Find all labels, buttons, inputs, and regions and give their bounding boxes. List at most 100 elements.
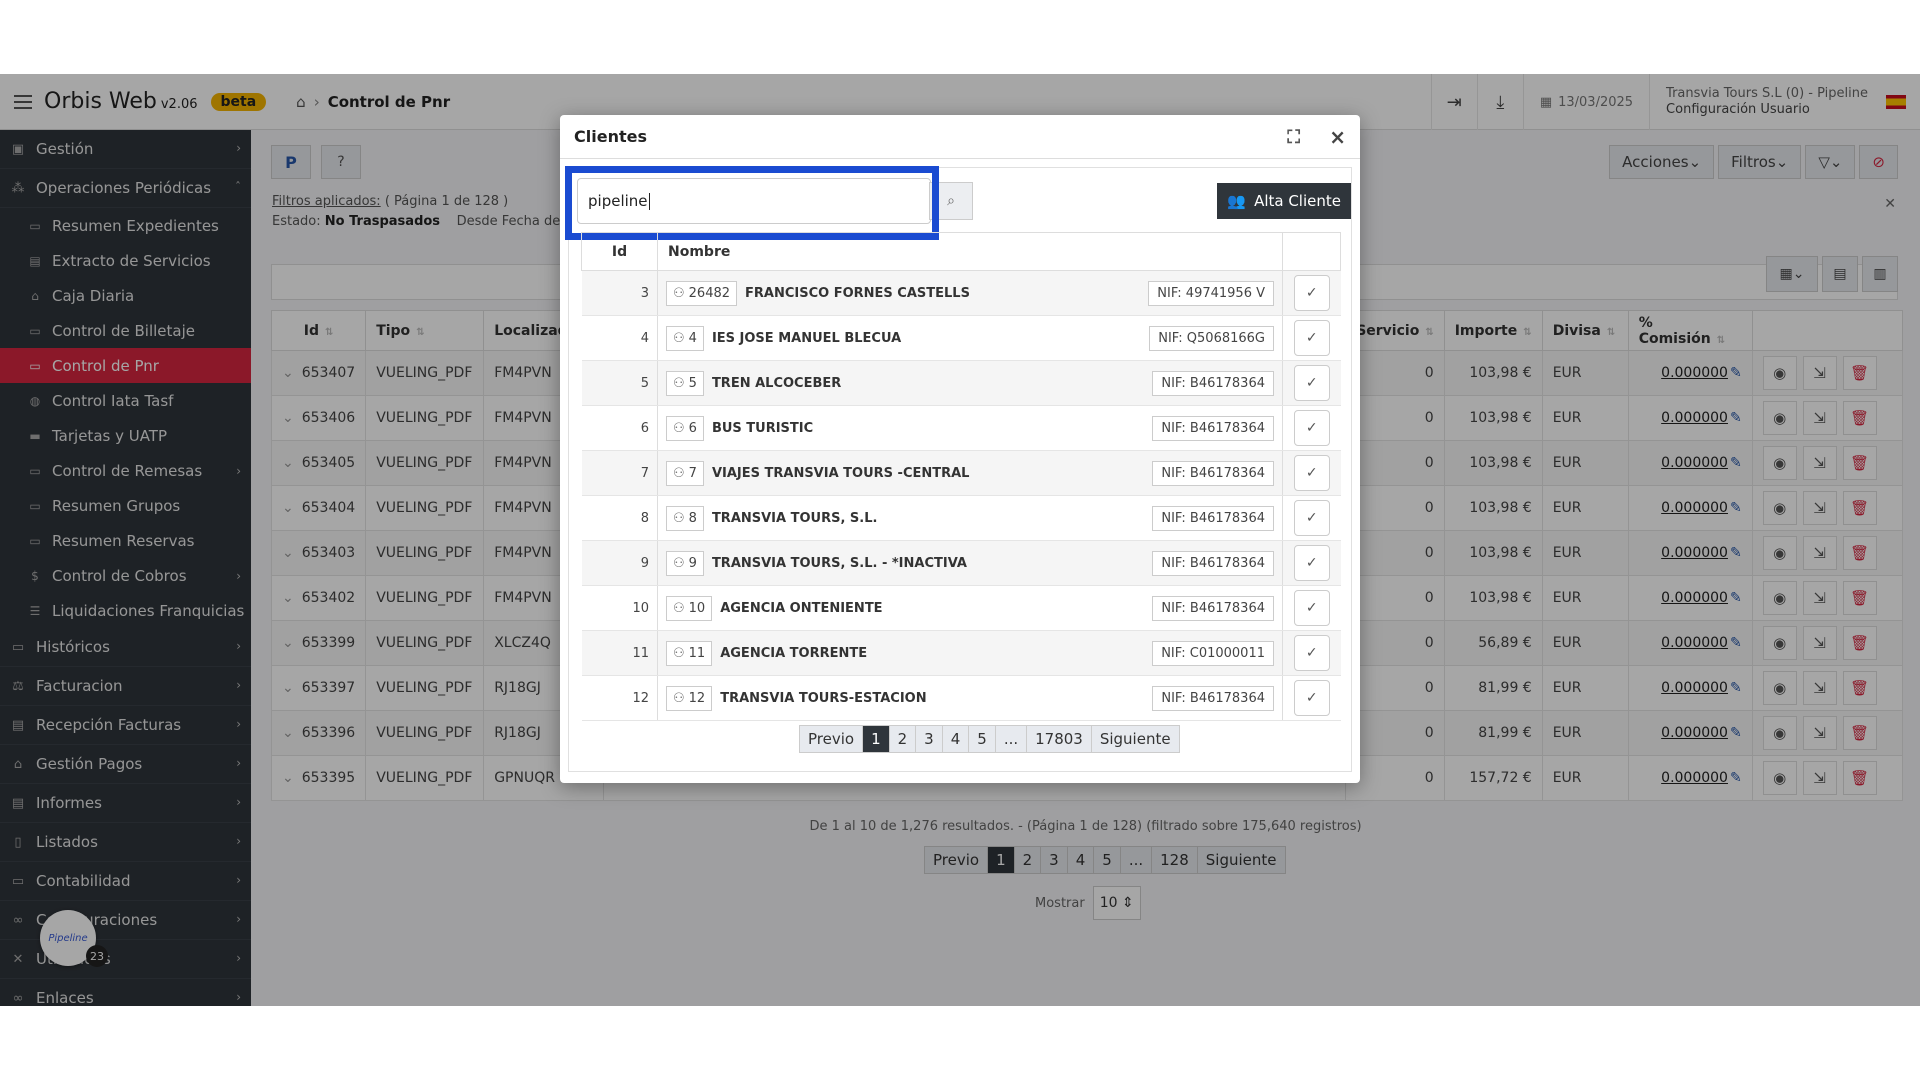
client-name: TREN ALCOCEBER	[711, 375, 842, 391]
client-row[interactable]: 4 ⚇ 4 IES JOSE MANUEL BLECUA NIF: Q5068166G ✓	[581, 315, 1341, 361]
pager-page-4[interactable]: 4	[941, 726, 969, 752]
client-code: 11	[688, 645, 706, 661]
check-circle-icon[interactable]: ✓	[1293, 500, 1330, 536]
client-nif: NIF: B46178364	[1152, 460, 1274, 486]
app-frame: Orbis Web v2.06 beta ⌂ › Control de Pnr ⇥…	[0, 74, 1920, 1006]
client-row[interactable]: 6 ⚇ 6 BUS TURISTIC NIF: B46178364 ✓	[581, 405, 1341, 451]
check-circle-icon[interactable]: ✓	[1293, 680, 1330, 716]
search-highlight-frame	[565, 166, 939, 240]
check-circle-icon[interactable]: ✓	[1293, 275, 1330, 311]
client-name-cell: ⚇ 4 IES JOSE MANUEL BLECUA NIF: Q5068166G	[657, 315, 1283, 361]
pager-last[interactable]: 17803	[1026, 726, 1091, 752]
client-name-cell: ⚇ 7 VIAJES TRANSVIA TOURS -CENTRAL NIF: B46…	[657, 450, 1283, 496]
client-nif: NIF: C01000011	[1152, 640, 1274, 666]
close-icon[interactable]: ×	[1329, 125, 1346, 149]
client-nif: NIF: B46178364	[1152, 595, 1274, 621]
client-code-chip[interactable]: ⚇ 5	[666, 370, 704, 396]
clients-table: Id Nombre 3 ⚇ 26482 FRANCISCO FORNES CASTEL…	[581, 232, 1341, 721]
client-code: 6	[688, 420, 697, 436]
client-id: 7	[581, 450, 658, 496]
client-name: TRANSVIA TOURS-ESTACION	[720, 690, 927, 706]
pager-prev[interactable]: Previo	[800, 726, 862, 752]
pager-page-2[interactable]: 2	[888, 726, 916, 752]
client-select-cell: ✓	[1282, 675, 1341, 721]
client-code-chip[interactable]: ⚇ 26482	[666, 280, 738, 306]
client-nif: NIF: B46178364	[1152, 685, 1274, 711]
client-code-chip[interactable]: ⚇ 6	[666, 415, 704, 441]
client-name-cell: ⚇ 9 TRANSVIA TOURS, S.L. - *INACTIVA NIF: B…	[657, 540, 1283, 586]
client-select-cell: ✓	[1282, 270, 1341, 316]
client-code: 4	[688, 330, 697, 346]
check-circle-icon[interactable]: ✓	[1293, 320, 1330, 356]
client-nif: NIF: Q5068166G	[1149, 325, 1274, 351]
client-code-chip[interactable]: ⚇ 9	[666, 550, 704, 576]
client-select-cell: ✓	[1282, 630, 1341, 676]
users-icon: ⚇	[673, 600, 685, 616]
client-code-chip[interactable]: ⚇ 8	[666, 505, 704, 531]
client-name-cell: ⚇ 11 AGENCIA TORRENTE NIF: C01000011	[657, 630, 1283, 676]
users-icon: ⚇	[673, 555, 685, 571]
modal-header: Clientes ⛶ ×	[560, 115, 1360, 159]
users-icon: ⚇	[673, 375, 685, 391]
modal-body: pipeline ⌕ 👥 Alta Cliente Id Nombre 3 ⚇ 264…	[565, 166, 1352, 772]
users-icon: ⚇	[673, 690, 685, 706]
client-code-chip[interactable]: ⚇ 10	[666, 595, 713, 621]
check-circle-icon[interactable]: ✓	[1293, 455, 1330, 491]
client-select-cell: ✓	[1282, 540, 1341, 586]
check-circle-icon[interactable]: ✓	[1293, 590, 1330, 626]
check-circle-icon[interactable]: ✓	[1293, 410, 1330, 446]
client-row[interactable]: 10 ⚇ 10 AGENCIA ONTENIENTE NIF: B46178364 ✓	[581, 585, 1341, 631]
client-code-chip[interactable]: ⚇ 7	[666, 460, 704, 486]
clients-col-id: Id	[581, 232, 658, 271]
alta-cliente-button[interactable]: 👥 Alta Cliente	[1217, 183, 1351, 219]
pager-next[interactable]: Siguiente	[1090, 726, 1179, 752]
client-code-chip[interactable]: ⚇ 12	[666, 685, 713, 711]
client-code-chip[interactable]: ⚇ 4	[666, 325, 704, 351]
client-id: 8	[581, 495, 658, 541]
pager-page-1[interactable]: 1	[862, 726, 889, 752]
client-name-cell: ⚇ 8 TRANSVIA TOURS, S.L. NIF: B46178364	[657, 495, 1283, 541]
client-name-cell: ⚇ 5 TREN ALCOCEBER NIF: B46178364	[657, 360, 1283, 406]
check-circle-icon[interactable]: ✓	[1293, 365, 1330, 401]
client-id: 9	[581, 540, 658, 586]
client-select-cell: ✓	[1282, 405, 1341, 451]
client-code: 7	[688, 465, 697, 481]
pager-ellipsis: ...	[994, 726, 1026, 752]
client-nif: NIF: B46178364	[1152, 550, 1274, 576]
check-circle-icon[interactable]: ✓	[1293, 635, 1330, 671]
maximize-icon[interactable]: ⛶	[1287, 127, 1300, 148]
client-row[interactable]: 7 ⚇ 7 VIAJES TRANSVIA TOURS -CENTRAL NIF: B4…	[581, 450, 1341, 496]
client-name: TRANSVIA TOURS, S.L. - *INACTIVA	[711, 555, 967, 571]
client-select-cell: ✓	[1282, 585, 1341, 631]
client-row[interactable]: 5 ⚇ 5 TREN ALCOCEBER NIF: B46178364 ✓	[581, 360, 1341, 406]
clients-pagination: Previo 1 2 3 4 5 ... 17803 Siguiente	[799, 725, 1180, 753]
client-row[interactable]: 11 ⚇ 11 AGENCIA TORRENTE NIF: C01000011 ✓	[581, 630, 1341, 676]
client-row[interactable]: 3 ⚇ 26482 FRANCISCO FORNES CASTELLS NIF: 497…	[581, 270, 1341, 316]
client-nif: NIF: B46178364	[1152, 370, 1274, 396]
client-id: 12	[581, 675, 658, 721]
client-code-chip[interactable]: ⚇ 11	[666, 640, 713, 666]
client-row[interactable]: 12 ⚇ 12 TRANSVIA TOURS-ESTACION NIF: B461783…	[581, 675, 1341, 721]
client-id: 11	[581, 630, 658, 676]
client-code: 10	[688, 600, 706, 616]
users-icon: ⚇	[673, 330, 685, 346]
client-code: 8	[688, 510, 697, 526]
client-id: 10	[581, 585, 658, 631]
check-circle-icon[interactable]: ✓	[1293, 545, 1330, 581]
client-row[interactable]: 8 ⚇ 8 TRANSVIA TOURS, S.L. NIF: B46178364 ✓	[581, 495, 1341, 541]
client-name: VIAJES TRANSVIA TOURS -CENTRAL	[711, 465, 970, 481]
users-icon: ⚇	[673, 510, 685, 526]
client-select-cell: ✓	[1282, 495, 1341, 541]
client-code: 9	[688, 555, 697, 571]
client-code: 26482	[688, 285, 731, 301]
pager-page-5[interactable]: 5	[968, 726, 995, 752]
client-row[interactable]: 9 ⚇ 9 TRANSVIA TOURS, S.L. - *INACTIVA NIF: …	[581, 540, 1341, 586]
client-select-cell: ✓	[1282, 450, 1341, 496]
clientes-modal: Clientes ⛶ × pipeline ⌕ 👥 Alta Cliente Id…	[560, 115, 1360, 783]
users-icon: ⚇	[673, 420, 685, 436]
client-id: 3	[581, 270, 658, 316]
pager-page-3[interactable]: 3	[915, 726, 942, 752]
client-name: FRANCISCO FORNES CASTELLS	[745, 285, 970, 301]
client-name: AGENCIA TORRENTE	[720, 645, 868, 661]
client-code: 5	[688, 375, 697, 391]
